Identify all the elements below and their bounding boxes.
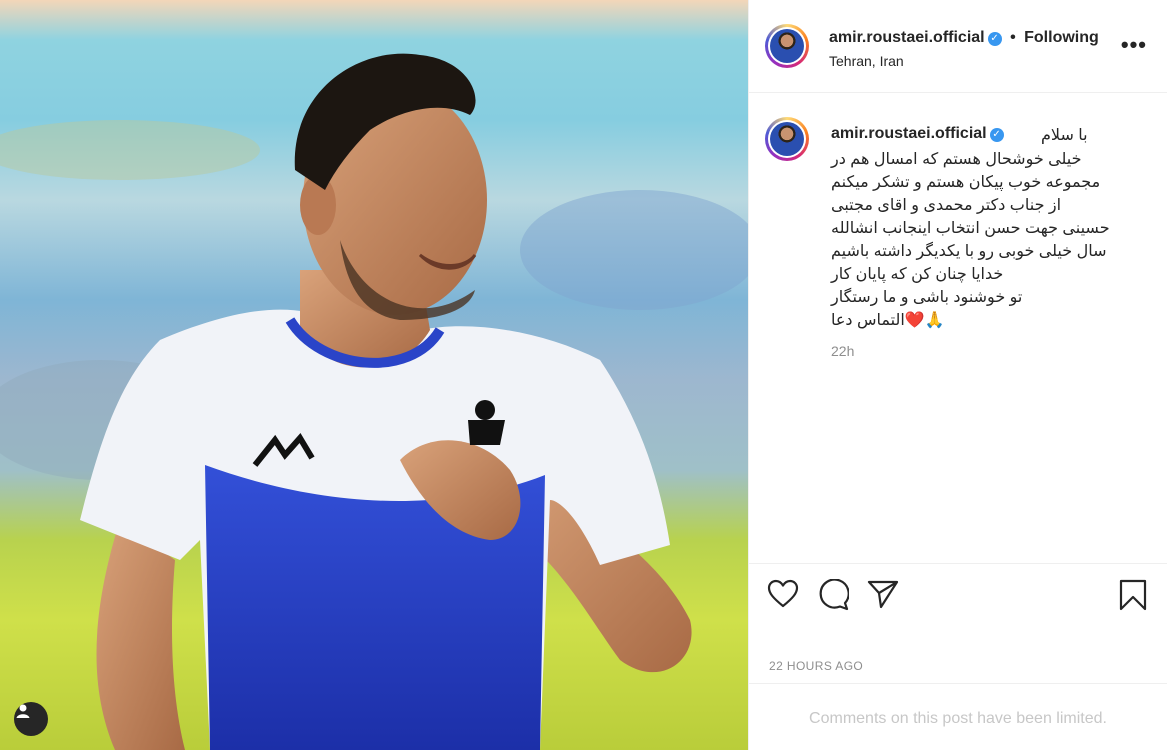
bookmark-icon[interactable]	[1119, 579, 1147, 616]
caption-author-avatar[interactable]	[765, 117, 809, 161]
more-options-icon[interactable]: •••	[1121, 34, 1147, 56]
following-button[interactable]: Following	[1024, 29, 1099, 46]
comment-footer: Comments on this post have been limited.	[749, 683, 1167, 750]
post-photo[interactable]	[0, 0, 748, 750]
caption-time: 22h	[831, 343, 855, 359]
author-username[interactable]: amir.roustaei.official	[829, 29, 985, 46]
comments-limited-notice: Comments on this post have been limited.	[809, 710, 1107, 727]
comment-icon[interactable]	[817, 578, 850, 616]
send-icon[interactable]	[867, 579, 899, 614]
author-avatar[interactable]	[765, 24, 809, 68]
post-timestamp[interactable]: 22 HOURS AGO	[769, 659, 863, 673]
user-tag-icon[interactable]	[14, 702, 48, 736]
caption-author-row: amir.roustaei.official ✓	[831, 125, 1004, 143]
post-location[interactable]: Tehran, Iran	[829, 53, 904, 69]
separator-dot: •	[1010, 29, 1016, 46]
post-sidebar: amir.roustaei.official ✓ • Following Tehr…	[748, 0, 1167, 750]
caption-greeting: با سلام	[1041, 127, 1088, 144]
caption-author-username[interactable]: amir.roustaei.official	[831, 125, 987, 142]
heart-icon[interactable]	[767, 579, 799, 614]
post-header: amir.roustaei.official ✓ • Following Tehr…	[749, 0, 1167, 93]
caption-text: خیلی خوشحال هستم که امسال هم در مجموعه خ…	[831, 151, 1110, 329]
player-illustration	[0, 53, 748, 750]
header-name-row: amir.roustaei.official ✓ • Following	[829, 29, 1099, 47]
caption-verified-badge-icon: ✓	[989, 128, 1004, 142]
verified-badge-icon: ✓	[987, 32, 1002, 46]
action-bar	[749, 563, 1167, 663]
